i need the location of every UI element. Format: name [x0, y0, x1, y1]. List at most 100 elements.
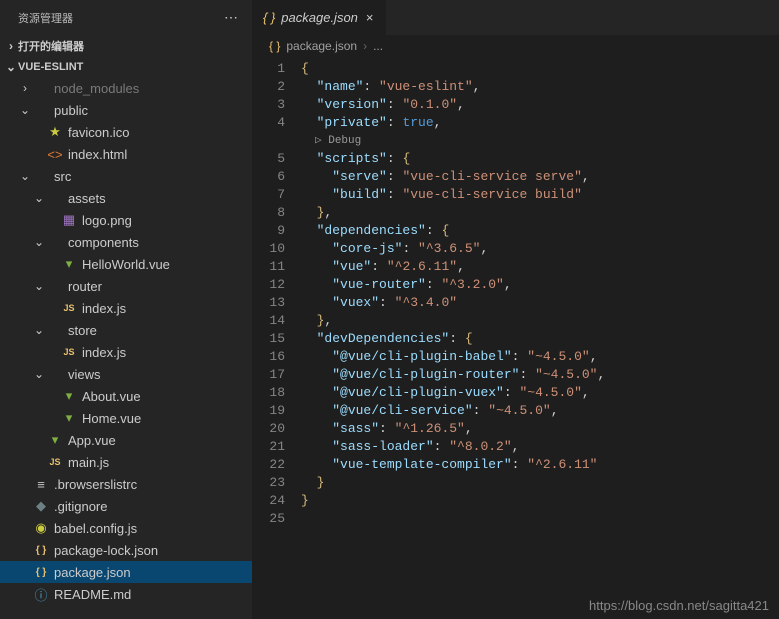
code-line[interactable]: "core-js": "^3.6.5",	[301, 240, 779, 258]
code-line[interactable]: "devDependencies": {	[301, 330, 779, 348]
code-line[interactable]: "sass-loader": "^8.0.2",	[301, 438, 779, 456]
line-number: 6	[253, 168, 285, 186]
code-line[interactable]: "vue": "^2.6.11",	[301, 258, 779, 276]
tree-item-home-vue[interactable]: ▾Home.vue	[0, 407, 252, 429]
code-line[interactable]: "@vue/cli-service": "~4.5.0",	[301, 402, 779, 420]
chevron-down-icon: ⌄	[32, 323, 46, 337]
json-icon: { }	[32, 567, 50, 578]
tab-package-json[interactable]: { } package.json ×	[253, 0, 387, 35]
code-line[interactable]: "vue-router": "^3.2.0",	[301, 276, 779, 294]
chevron-right-icon: ›	[363, 39, 367, 53]
line-number: 17	[253, 366, 285, 384]
code-line[interactable]: "vuex": "^3.4.0"	[301, 294, 779, 312]
tree-item-label: store	[68, 323, 97, 338]
close-icon[interactable]: ×	[364, 10, 376, 25]
tree-item-label: .gitignore	[54, 499, 107, 514]
breadcrumb[interactable]: { } package.json › ...	[253, 35, 779, 57]
tree-item--browserslistrc[interactable]: ≡.browserslistrc	[0, 473, 252, 495]
tree-item-label: package-lock.json	[54, 543, 158, 558]
code-line[interactable]: {	[301, 60, 779, 78]
sidebar-more-icon[interactable]: ⋯	[224, 9, 238, 26]
tree-item-app-vue[interactable]: ▾App.vue	[0, 429, 252, 451]
tree-item-index-js[interactable]: JSindex.js	[0, 341, 252, 363]
tree-item-index-js[interactable]: JSindex.js	[0, 297, 252, 319]
editor-area: { } package.json × { } package.json › ..…	[253, 0, 779, 619]
code-line[interactable]: "version": "0.1.0",	[301, 96, 779, 114]
babel-icon: ◉	[32, 520, 50, 536]
code-line[interactable]: "@vue/cli-plugin-babel": "~4.5.0",	[301, 348, 779, 366]
code-line[interactable]: "private": true,	[301, 114, 779, 132]
tree-item-favicon-ico[interactable]: ★favicon.ico	[0, 121, 252, 143]
tree-item-src[interactable]: ⌄src	[0, 165, 252, 187]
tree-item-label: views	[68, 367, 101, 382]
tree-item-components[interactable]: ⌄components	[0, 231, 252, 253]
code-line[interactable]: "scripts": {	[301, 150, 779, 168]
json-icon: { }	[263, 10, 275, 25]
explorer-sidebar: 资源管理器 ⋯ › 打开的编辑器 ⌄ VUE-ESLINT ›node_modu…	[0, 0, 253, 619]
line-number: 11	[253, 258, 285, 276]
tree-item-readme-md[interactable]: ⓘREADME.md	[0, 583, 252, 605]
code-line[interactable]: },	[301, 204, 779, 222]
line-number: 2	[253, 78, 285, 96]
tree-item-label: logo.png	[82, 213, 132, 228]
tree-item-package-lock-json[interactable]: { }package-lock.json	[0, 539, 252, 561]
tree-item-public[interactable]: ⌄ public	[0, 99, 252, 121]
code-line[interactable]: }	[301, 474, 779, 492]
tree-item--gitignore[interactable]: ◆.gitignore	[0, 495, 252, 517]
line-number: 22	[253, 456, 285, 474]
code-line[interactable]: "sass": "^1.26.5",	[301, 420, 779, 438]
sidebar-title: 资源管理器	[18, 10, 73, 26]
code-line[interactable]: "name": "vue-eslint",	[301, 78, 779, 96]
chevron-down-icon: ⌄	[32, 235, 46, 249]
line-number: 9	[253, 222, 285, 240]
line-number: 25	[253, 510, 285, 528]
line-gutter: 1234567891011121314151617181920212223242…	[253, 57, 301, 619]
code-line[interactable]: "build": "vue-cli-service build"	[301, 186, 779, 204]
tree-item-assets[interactable]: ⌄assets	[0, 187, 252, 209]
codelens-debug[interactable]: ▷ Debug	[301, 132, 779, 150]
chevron-down-icon: ⌄	[18, 103, 32, 117]
line-number: 23	[253, 474, 285, 492]
tree-item-index-html[interactable]: <>index.html	[0, 143, 252, 165]
tree-item-router[interactable]: ⌄router	[0, 275, 252, 297]
code-line[interactable]: "@vue/cli-plugin-router": "~4.5.0",	[301, 366, 779, 384]
open-editors-section[interactable]: › 打开的编辑器	[0, 35, 252, 57]
chevron-down-icon: ⌄	[32, 279, 46, 293]
code-line[interactable]: },	[301, 312, 779, 330]
code-line[interactable]: "serve": "vue-cli-service serve",	[301, 168, 779, 186]
line-number: 7	[253, 186, 285, 204]
tree-item-label: public	[54, 103, 88, 118]
tree-item-label: index.js	[82, 345, 126, 360]
code-line[interactable]: "vue-template-compiler": "^2.6.11"	[301, 456, 779, 474]
line-number: 10	[253, 240, 285, 258]
line-number: 15	[253, 330, 285, 348]
img-icon: ▦	[60, 212, 78, 228]
tree-item-helloworld-vue[interactable]: ▾HelloWorld.vue	[0, 253, 252, 275]
code-line[interactable]: "@vue/cli-plugin-vuex": "~4.5.0",	[301, 384, 779, 402]
chevron-down-icon: ⌄	[32, 191, 46, 205]
tree-item-package-json[interactable]: { }package.json	[0, 561, 252, 583]
code-content[interactable]: { "name": "vue-eslint", "version": "0.1.…	[301, 57, 779, 619]
code-editor[interactable]: 1234567891011121314151617181920212223242…	[253, 57, 779, 619]
tree-item-about-vue[interactable]: ▾About.vue	[0, 385, 252, 407]
tree-item-logo-png[interactable]: ▦ logo.png	[0, 209, 252, 231]
tree-item-label: README.md	[54, 587, 131, 602]
tree-item-babel-config-js[interactable]: ◉ babel.config.js	[0, 517, 252, 539]
line-number: 16	[253, 348, 285, 366]
tree-item-label: App.vue	[68, 433, 116, 448]
code-line[interactable]	[301, 510, 779, 528]
project-section[interactable]: ⌄ VUE-ESLINT	[0, 57, 252, 77]
line-number: 13	[253, 294, 285, 312]
chevron-down-icon: ⌄	[32, 367, 46, 381]
json-icon: { }	[269, 39, 280, 53]
code-line[interactable]: }	[301, 492, 779, 510]
tree-item-store[interactable]: ⌄ store	[0, 319, 252, 341]
line-number: 19	[253, 402, 285, 420]
tree-item-label: babel.config.js	[54, 521, 137, 536]
tree-item-views[interactable]: ⌄ views	[0, 363, 252, 385]
chevron-right-icon: ›	[4, 39, 18, 53]
line-number: 14	[253, 312, 285, 330]
tree-item-node-modules[interactable]: ›node_modules	[0, 77, 252, 99]
tree-item-main-js[interactable]: JSmain.js	[0, 451, 252, 473]
code-line[interactable]: "dependencies": {	[301, 222, 779, 240]
